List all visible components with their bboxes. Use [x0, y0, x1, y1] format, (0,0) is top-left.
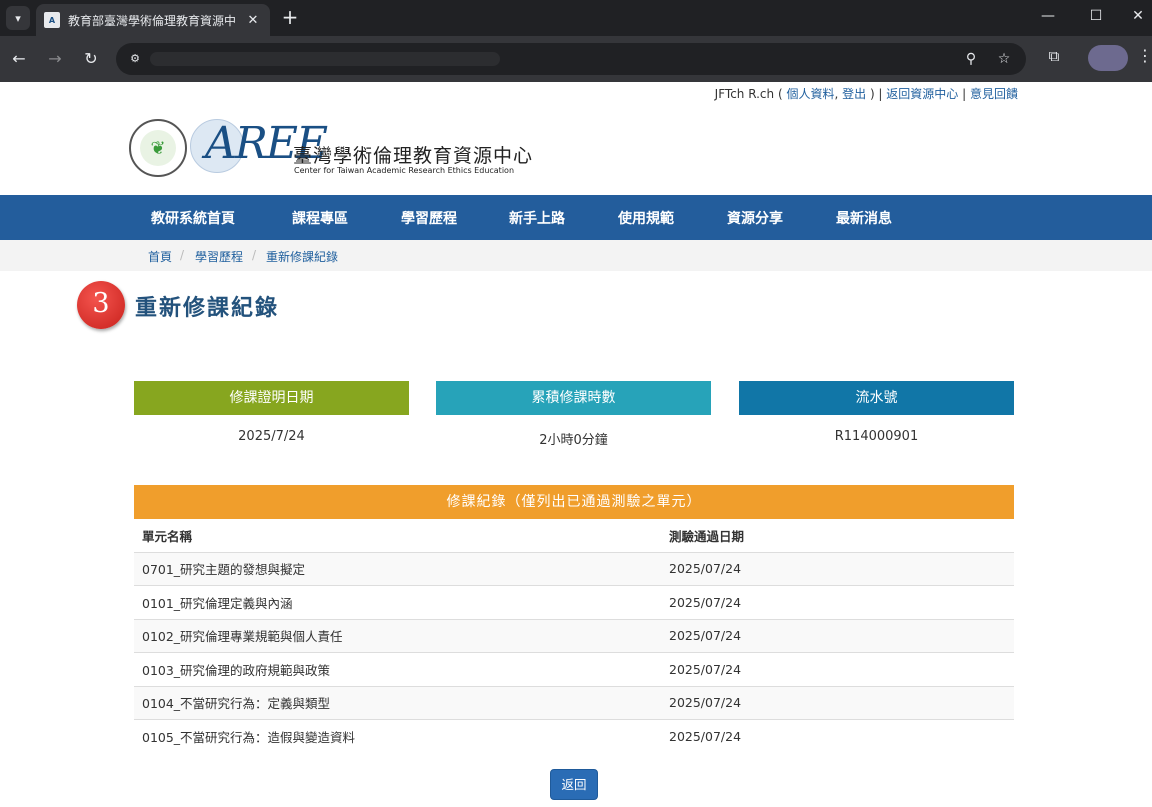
new-tab-icon[interactable]: + [278, 5, 302, 29]
total-hours-value: 2小時0分鐘 [539, 433, 608, 448]
total-hours-header: 累積修課時數 [436, 381, 711, 415]
unit-name-cell: 0103_研究倫理的政府規範與政策 [134, 652, 661, 687]
certificate-date-value: 2025/7/24 [238, 429, 305, 444]
user-name: JFTch R.ch [714, 87, 775, 101]
unit-name-cell: 0701_研究主題的發想與擬定 [134, 552, 661, 586]
breadcrumb: 首頁 / 學習歷程 / 重新修課紀錄 [0, 240, 1152, 271]
pass-date-cell: 2025/07/24 [669, 729, 742, 744]
breadcrumb-home[interactable]: 首頁 [148, 248, 172, 265]
favicon-icon: A [44, 12, 60, 28]
feedback-link[interactable]: 意見回饋 [970, 87, 1018, 101]
paren-open: ( [774, 87, 787, 101]
top-user-links: JFTch R.ch ( 個人資料, 登出 ) | 返回資源中心 | 意見回饋 [715, 85, 1018, 102]
table-row: 0103_研究倫理的政府規範與政策 2025/07/24 [134, 652, 1014, 687]
browser-tab[interactable]: A 教育部臺灣學術倫理教育資源中 ✕ [36, 4, 270, 36]
table-row: 0101_研究倫理定義與內涵 2025/07/24 [134, 585, 1014, 620]
table-row: 0104_不當研究行為：定義與類型 2025/07/24 [134, 686, 1014, 720]
column-header-unit-name: 單元名稱 [134, 519, 661, 553]
browser-menu-icon[interactable]: ⋮ [1137, 46, 1152, 65]
tab-close-icon[interactable]: ✕ [244, 13, 262, 28]
table-row: 0105_不當研究行為：造假與變造資料 2025/07/24 [134, 720, 1014, 754]
nav-item-courses[interactable]: 課程專區 [292, 208, 348, 228]
site-title[interactable]: 臺灣學術倫理教育資源中心 [293, 141, 533, 168]
minimize-icon[interactable]: — [1028, 4, 1068, 28]
unit-name-cell: 0105_不當研究行為：造假與變造資料 [142, 730, 356, 745]
browser-tab-bar: ▾ A 教育部臺灣學術倫理教育資源中 ✕ + — ☐ ✕ [0, 0, 1152, 36]
extensions-icon[interactable]: ⧉ [1043, 47, 1065, 69]
pass-date-cell: 2025/07/24 [661, 619, 1014, 653]
back-to-center-link[interactable]: 返回資源中心 [886, 87, 958, 101]
certificate-date-header: 修課證明日期 [134, 381, 409, 415]
serial-number-header: 流水號 [739, 381, 1014, 415]
pass-date-cell: 2025/07/24 [661, 585, 1014, 620]
address-bar[interactable]: ⚙ ⚲ ☆ [116, 43, 1026, 75]
unit-name-cell: 0104_不當研究行為：定義與類型 [134, 686, 661, 720]
site-subtitle: Center for Taiwan Academic Research Ethi… [294, 166, 515, 175]
records-table: 單元名稱 測驗通過日期 0701_研究主題的發想與擬定 2025/07/24 0… [134, 519, 1014, 753]
zoom-icon[interactable]: ⚲ [961, 49, 981, 69]
url-text [150, 52, 500, 66]
profile-link[interactable]: 個人資料 [786, 87, 834, 101]
nav-item-learning-history[interactable]: 學習歷程 [401, 208, 457, 228]
breadcrumb-learning-history[interactable]: 學習歷程 [195, 248, 243, 265]
paren-close: ) | [866, 87, 887, 101]
site-info-icon[interactable]: ⚙ [126, 50, 144, 68]
nav-item-news[interactable]: 最新消息 [836, 208, 892, 228]
profile-avatar[interactable] [1088, 45, 1128, 71]
maximize-icon[interactable]: ☐ [1076, 4, 1116, 28]
back-icon[interactable]: ← [7, 47, 31, 71]
nav-item-getting-started[interactable]: 新手上路 [509, 208, 565, 228]
logout-link[interactable]: 登出 [842, 87, 866, 101]
browser-toolbar: ← → ↻ ⚙ ⚲ ☆ [0, 36, 1152, 82]
step-number-badge: 3 [77, 281, 125, 329]
nav-item-resources[interactable]: 資源分享 [727, 208, 783, 228]
table-header-row: 單元名稱 測驗通過日期 [134, 519, 1014, 553]
ministry-of-education-seal[interactable]: ❦ [129, 119, 187, 177]
table-row: 0102_研究倫理專業規範與個人責任 2025/07/24 [134, 619, 1014, 653]
pass-date-cell: 2025/07/24 [661, 652, 1014, 687]
breadcrumb-separator: / [180, 248, 185, 262]
pass-date-cell: 2025/07/24 [661, 552, 1014, 586]
records-heading: 修課紀錄（僅列出已通過測驗之單元） [134, 485, 1014, 519]
serial-number-value: R114000901 [834, 429, 919, 444]
reload-icon[interactable]: ↻ [79, 47, 103, 71]
nav-item-home[interactable]: 教研系統首頁 [151, 208, 235, 228]
pass-date-cell: 2025/07/24 [661, 686, 1014, 720]
forward-icon[interactable]: → [43, 47, 67, 71]
column-header-pass-date: 測驗通過日期 [661, 519, 1014, 553]
table-row: 0701_研究主題的發想與擬定 2025/07/24 [134, 552, 1014, 586]
breadcrumb-current: 重新修課紀錄 [266, 250, 339, 264]
comma: , [834, 87, 843, 101]
unit-name-cell: 0101_研究倫理定義與內涵 [134, 585, 661, 620]
tab-search-icon[interactable]: ▾ [6, 6, 30, 30]
unit-name-cell: 0102_研究倫理專業規範與個人責任 [134, 619, 661, 653]
back-button[interactable]: 返回 [550, 769, 598, 800]
seal-leaf-icon: ❦ [140, 130, 176, 166]
tab-title: 教育部臺灣學術倫理教育資源中 [68, 13, 237, 28]
page-title: 重新修課紀錄 [135, 296, 280, 321]
nav-item-usage-rules[interactable]: 使用規範 [618, 208, 674, 228]
bookmark-star-icon[interactable]: ☆ [994, 49, 1014, 69]
main-navigation: 教研系統首頁 課程專區 學習歷程 新手上路 使用規範 資源分享 最新消息 [0, 195, 1152, 240]
window-close-icon[interactable]: ✕ [1118, 4, 1152, 28]
breadcrumb-separator: / [252, 248, 257, 262]
link-separator: | [958, 87, 970, 101]
